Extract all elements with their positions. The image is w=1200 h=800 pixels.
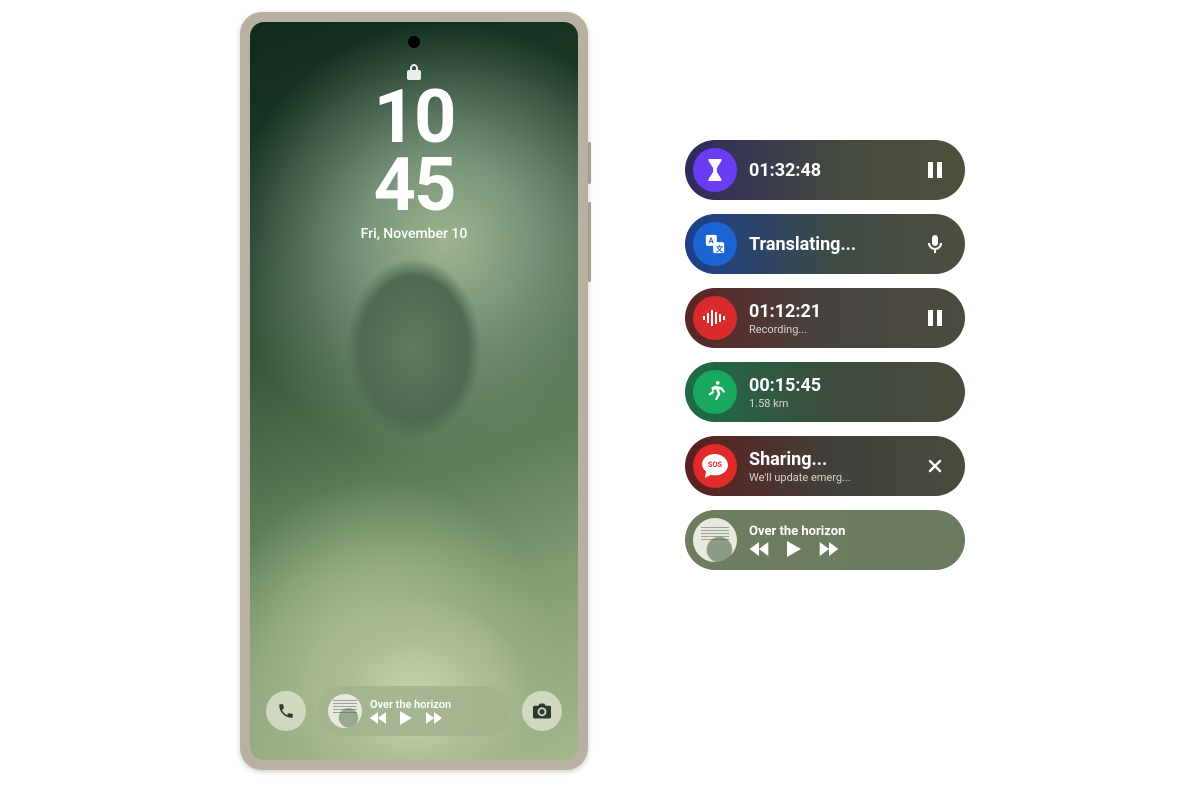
wallpaper-figure bbox=[250, 172, 578, 760]
stopwatch-pill[interactable]: 01:32:48 bbox=[685, 140, 965, 200]
play-icon[interactable] bbox=[787, 541, 801, 557]
camera-icon bbox=[533, 703, 551, 719]
sos-title: Sharing... bbox=[749, 449, 909, 470]
forward-icon[interactable] bbox=[426, 712, 442, 724]
clock-minute: 45 bbox=[361, 152, 468, 220]
mic-button[interactable] bbox=[921, 235, 949, 253]
media-title: Over the horizon bbox=[749, 524, 949, 539]
camera-hole bbox=[408, 36, 420, 48]
recording-time: 01:12:21 bbox=[749, 301, 909, 322]
pause-button[interactable] bbox=[921, 162, 949, 178]
phone-frame: 10 45 Fri, November 10 Over the horizon bbox=[240, 12, 588, 770]
translate-pill[interactable]: A文 Translating... bbox=[685, 214, 965, 274]
media-info: Over the horizon bbox=[370, 698, 500, 725]
camera-shortcut-button[interactable] bbox=[522, 691, 562, 731]
close-icon bbox=[928, 459, 942, 473]
translate-icon: A文 bbox=[693, 222, 737, 266]
lockscreen-dock: Over the horizon bbox=[266, 686, 562, 736]
phone-lockscreen: 10 45 Fri, November 10 Over the horizon bbox=[250, 22, 578, 760]
lockscreen-media-widget[interactable]: Over the horizon bbox=[318, 686, 510, 736]
forward-icon[interactable] bbox=[819, 542, 839, 556]
phone-shortcut-button[interactable] bbox=[266, 691, 306, 731]
pause-button[interactable] bbox=[921, 310, 949, 326]
album-art-icon bbox=[328, 694, 362, 728]
media-pill[interactable]: Over the horizon bbox=[685, 510, 965, 570]
sos-pill[interactable]: SOS Sharing... We'll update emerg... bbox=[685, 436, 965, 496]
sos-icon: SOS bbox=[693, 444, 737, 488]
rewind-icon[interactable] bbox=[749, 542, 769, 556]
svg-text:SOS: SOS bbox=[708, 460, 723, 469]
media-title: Over the horizon bbox=[370, 698, 500, 711]
translate-label: Translating... bbox=[749, 234, 909, 255]
pause-icon bbox=[928, 310, 942, 326]
phone-icon bbox=[277, 702, 295, 720]
recording-status: Recording... bbox=[749, 323, 909, 336]
hourglass-icon bbox=[693, 148, 737, 192]
exercise-pill[interactable]: 00:15:45 1.58 km bbox=[685, 362, 965, 422]
svg-text:A: A bbox=[709, 236, 714, 245]
sos-subtitle: We'll update emerg... bbox=[749, 471, 909, 484]
stopwatch-time: 01:32:48 bbox=[749, 160, 909, 181]
play-icon[interactable] bbox=[400, 711, 412, 725]
mic-icon bbox=[928, 235, 942, 253]
voice-recorder-icon bbox=[693, 296, 737, 340]
running-icon bbox=[693, 370, 737, 414]
close-button[interactable] bbox=[921, 459, 949, 473]
album-art-icon bbox=[693, 518, 737, 562]
exercise-time: 00:15:45 bbox=[749, 375, 909, 396]
pause-icon bbox=[928, 162, 942, 178]
lockscreen-clock: 10 45 Fri, November 10 bbox=[361, 84, 468, 242]
clock-date: Fri, November 10 bbox=[361, 226, 468, 242]
rewind-icon[interactable] bbox=[370, 712, 386, 724]
svg-text:文: 文 bbox=[715, 244, 724, 253]
recording-pill[interactable]: 01:12:21 Recording... bbox=[685, 288, 965, 348]
exercise-distance: 1.58 km bbox=[749, 397, 909, 410]
notification-pill-list: 01:32:48 A文 Translating... 01:12: bbox=[685, 140, 965, 570]
